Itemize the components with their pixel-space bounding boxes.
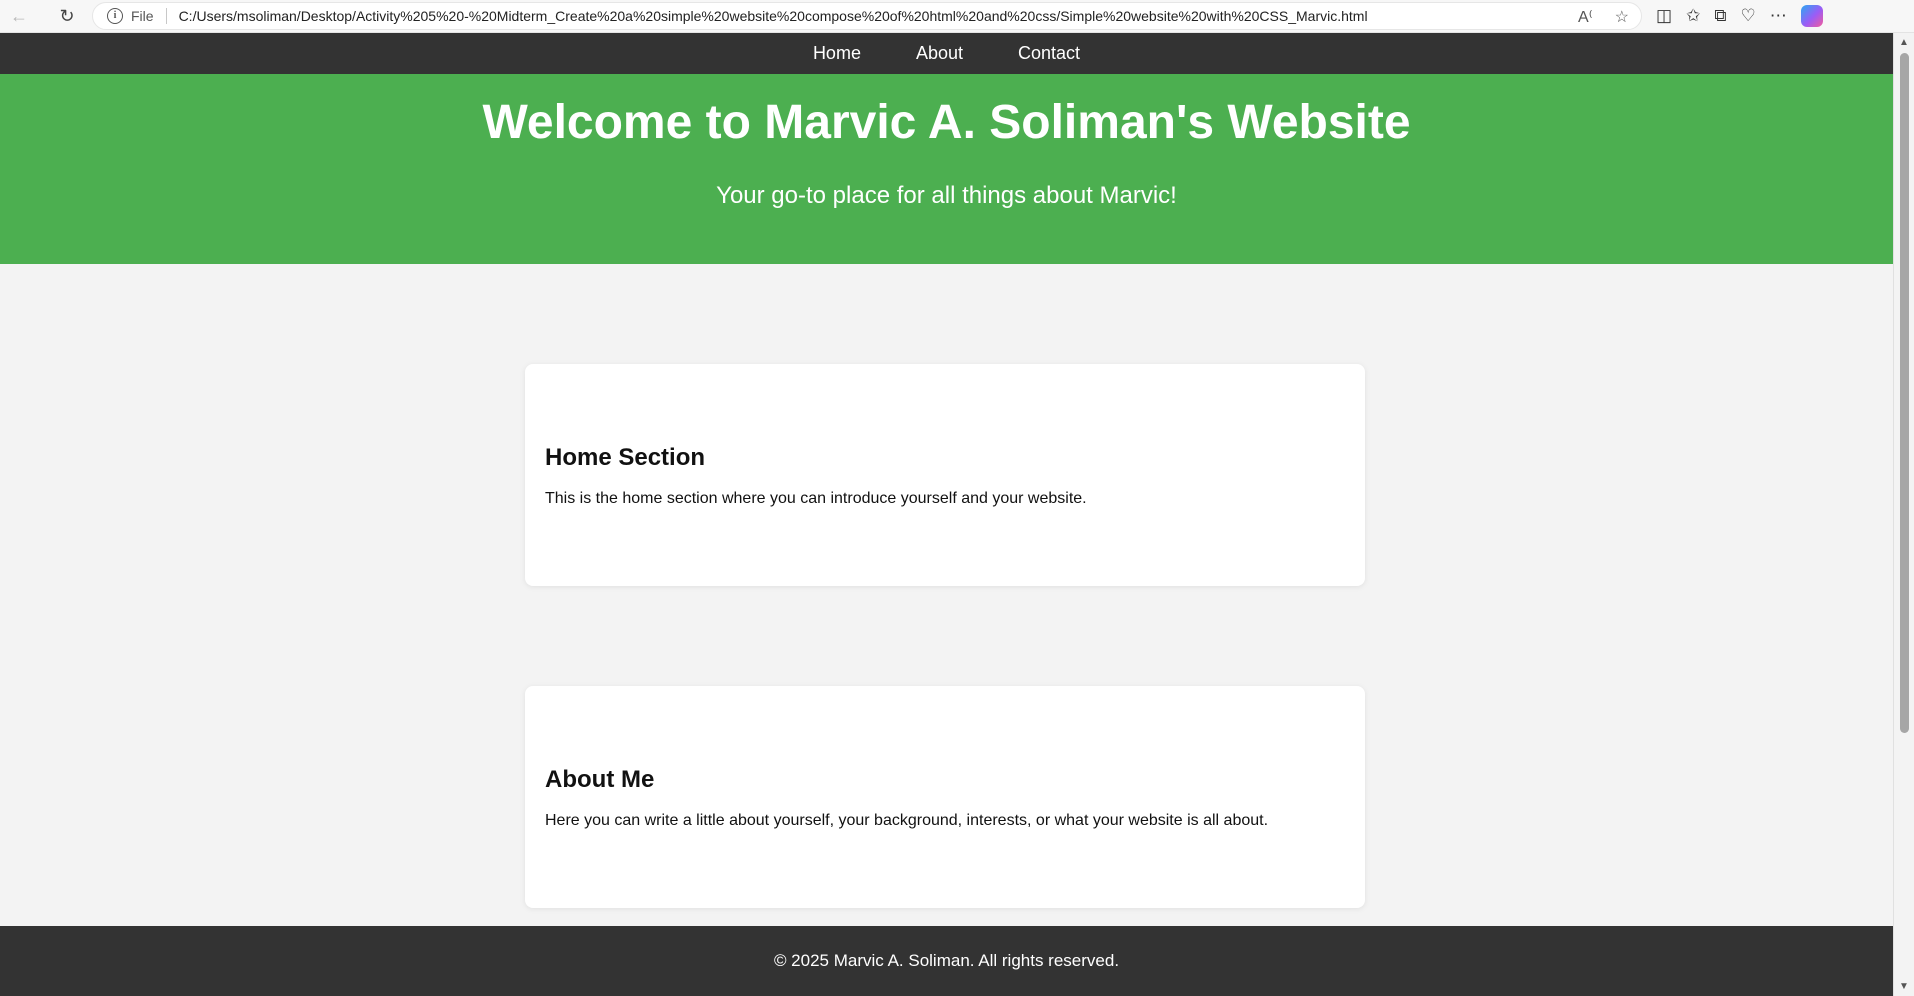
- hero-banner: Welcome to Marvic A. Soliman's Website Y…: [0, 74, 1893, 264]
- page-subtitle: Your go-to place for all things about Ma…: [716, 181, 1177, 209]
- more-icon[interactable]: ⋯: [1770, 6, 1787, 26]
- nav-link-contact[interactable]: Contact: [1018, 43, 1080, 64]
- about-section-heading: About Me: [545, 766, 655, 793]
- about-section-text: Here you can write a little about yourse…: [545, 812, 1269, 829]
- favorite-star-icon[interactable]: ☆: [1615, 7, 1629, 27]
- collections-icon[interactable]: ⧉: [1714, 6, 1726, 26]
- about-section-card: About Me Here you can write a little abo…: [525, 686, 1365, 908]
- nav-link-about[interactable]: About: [916, 43, 963, 64]
- browser-essentials-icon[interactable]: ♡: [1740, 6, 1755, 26]
- page-title: Welcome to Marvic A. Soliman's Website: [482, 96, 1411, 149]
- read-aloud-icon[interactable]: A⁽: [1578, 7, 1593, 27]
- scroll-up-icon[interactable]: ▲: [1899, 37, 1909, 48]
- browser-actions: ◫ ✩ ⧉ ♡ ⋯: [1656, 2, 1823, 30]
- address-separator: [165, 8, 167, 24]
- home-section-heading: Home Section: [545, 444, 706, 471]
- split-screen-icon[interactable]: ◫: [1656, 6, 1672, 26]
- reload-icon[interactable]: ↻: [52, 1, 82, 31]
- address-bar[interactable]: i File C:/Users/msoliman/Desktop/Activit…: [92, 2, 1642, 30]
- footer-copyright: © 2025 Marvic A. Soliman. All rights res…: [773, 951, 1120, 970]
- scrollbar-thumb[interactable]: [1900, 53, 1909, 733]
- web-page: Home About Contact Welcome to Marvic A. …: [0, 33, 1893, 996]
- home-section-card: Home Section This is the home section wh…: [525, 364, 1365, 586]
- browser-toolbar: ← ↻ i File C:/Users/msoliman/Desktop/Act…: [0, 0, 1914, 33]
- file-label: File: [131, 8, 154, 24]
- home-section-text: This is the home section where you can i…: [545, 490, 1087, 507]
- vertical-scrollbar[interactable]: ▲ ▼: [1893, 33, 1914, 996]
- page-footer: © 2025 Marvic A. Soliman. All rights res…: [0, 926, 1893, 996]
- nav-link-home[interactable]: Home: [813, 43, 861, 64]
- top-navigation: Home About Contact: [0, 33, 1893, 74]
- favorites-icon[interactable]: ✩: [1686, 6, 1700, 26]
- copilot-icon[interactable]: [1800, 5, 1823, 27]
- url-text[interactable]: C:/Users/msoliman/Desktop/Activity%205%2…: [179, 8, 1368, 24]
- back-icon[interactable]: ←: [4, 1, 34, 31]
- address-bar-icons: A⁽ ☆: [1578, 7, 1629, 27]
- info-icon[interactable]: i: [107, 8, 123, 24]
- scroll-down-icon[interactable]: ▼: [1899, 981, 1909, 992]
